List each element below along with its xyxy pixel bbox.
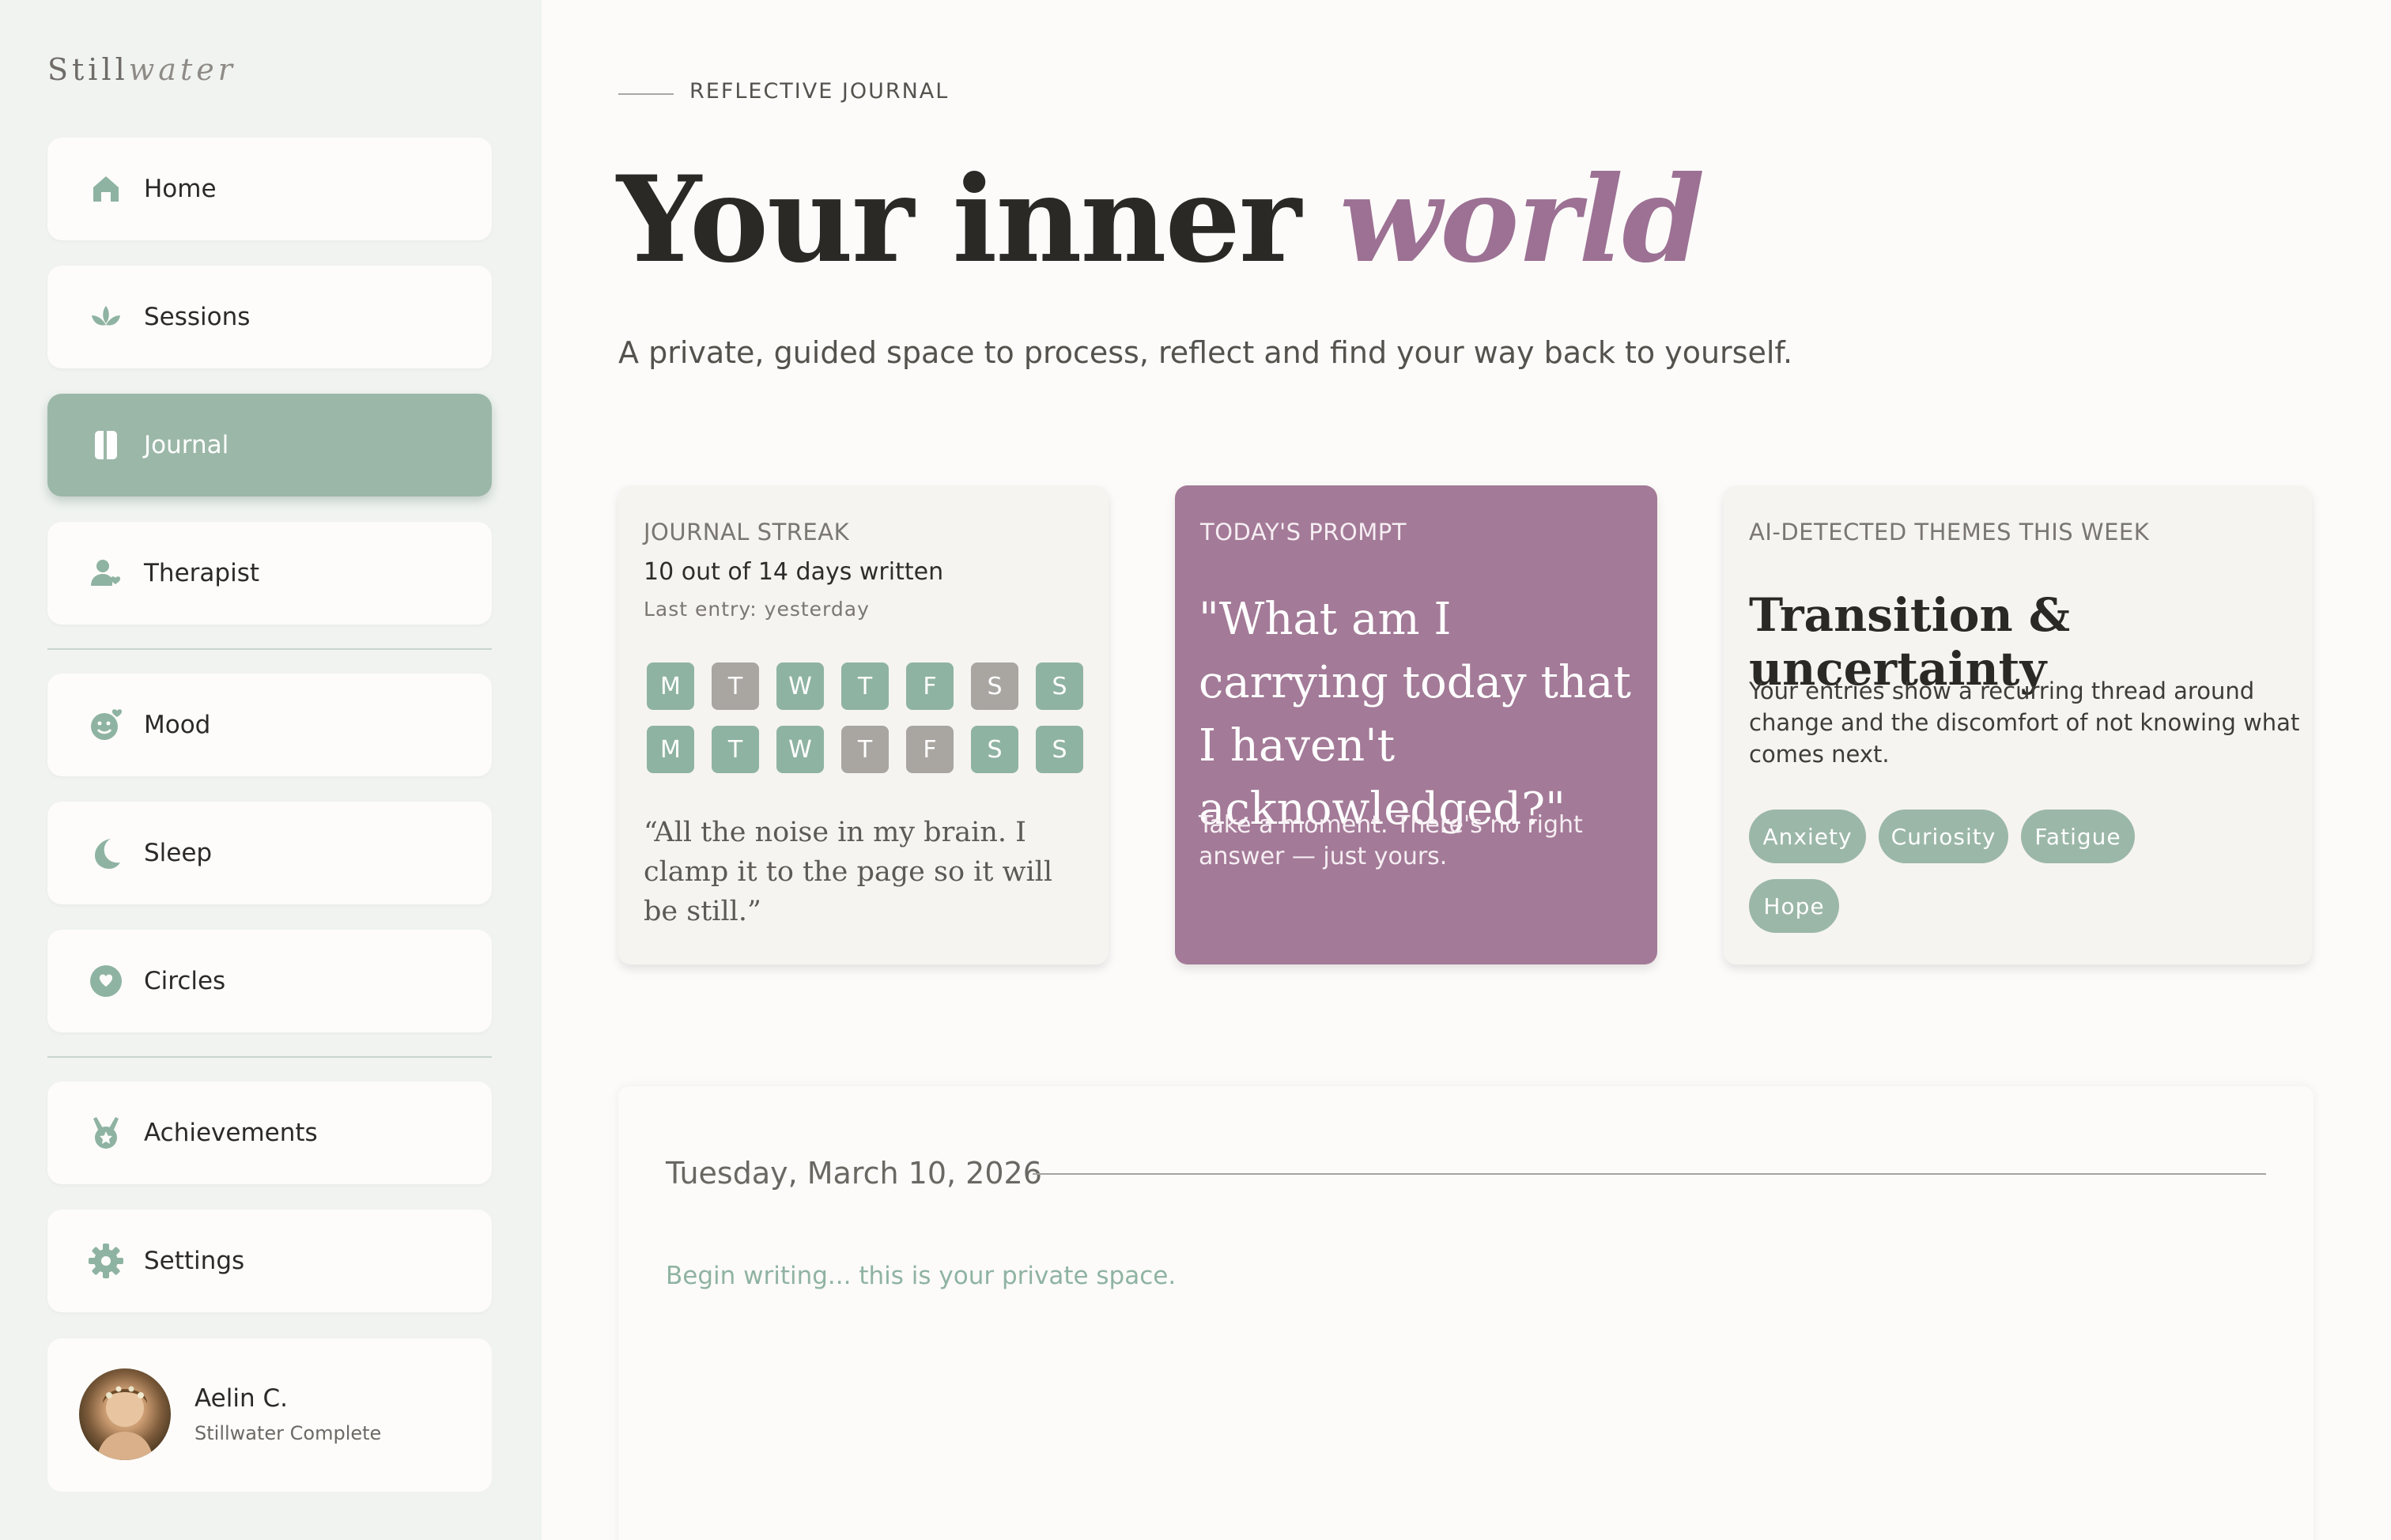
sidebar-item-label: Settings bbox=[144, 1247, 245, 1275]
streak-day-written: W bbox=[776, 662, 824, 710]
sidebar-divider bbox=[47, 648, 492, 650]
card-eyebrow: TODAY'S PROMPT bbox=[1200, 519, 1407, 545]
sidebar-item-label: Circles bbox=[144, 967, 226, 995]
streak-day-written: S bbox=[1036, 662, 1083, 710]
page-subtitle: A private, guided space to process, refl… bbox=[618, 335, 1793, 370]
date-rule bbox=[1033, 1173, 2266, 1175]
brand-logo[interactable]: Stillwater bbox=[47, 52, 236, 87]
sidebar-item-label: Sleep bbox=[144, 839, 213, 867]
themes-card: AI-DETECTED THEMES THIS WEEK Transition … bbox=[1724, 485, 2312, 964]
eyebrow-rule bbox=[618, 93, 674, 95]
streak-quote: “All the noise in my brain. I clamp it t… bbox=[644, 817, 1053, 927]
book-icon bbox=[82, 421, 130, 469]
sidebar-item-achievements[interactable]: Achievements bbox=[47, 1081, 492, 1184]
streak-last-entry: Last entry: yesterday bbox=[644, 598, 870, 621]
sidebar-item-sleep[interactable]: Sleep bbox=[47, 802, 492, 904]
sidebar-divider bbox=[47, 1056, 492, 1058]
streak-day-written: S bbox=[1036, 726, 1083, 773]
profile-name: Aelin C. bbox=[195, 1384, 288, 1413]
lotus-icon bbox=[82, 293, 130, 341]
sidebar-item-label: Home bbox=[144, 175, 217, 203]
streak-day-missed: T bbox=[712, 662, 759, 710]
sidebar-item-label: Achievements bbox=[144, 1119, 318, 1147]
streak-day-written: T bbox=[841, 662, 889, 710]
card-eyebrow: AI-DETECTED THEMES THIS WEEK bbox=[1749, 519, 2150, 545]
streak-day-written: M bbox=[647, 662, 694, 710]
journal-editor[interactable]: Tuesday, March 10, 2026 Begin writing...… bbox=[618, 1086, 2314, 1540]
sidebar-item-mood[interactable]: Mood bbox=[47, 674, 492, 776]
brand-name-plain: Still bbox=[47, 52, 129, 87]
sidebar-item-circles[interactable]: Circles bbox=[47, 930, 492, 1032]
theme-tag[interactable]: Curiosity bbox=[1879, 810, 2008, 863]
page-title-accent: world bbox=[1339, 150, 1705, 289]
theme-tag[interactable]: Anxiety bbox=[1749, 810, 1866, 863]
journal-entry-input[interactable]: Begin writing... this is your private sp… bbox=[666, 1262, 1176, 1290]
journal-streak-card: JOURNAL STREAK 10 out of 14 days written… bbox=[618, 485, 1109, 964]
page-title-plain: Your inner bbox=[617, 150, 1301, 289]
streak-day-written: T bbox=[712, 726, 759, 773]
prompt-text: "What am I carrying today that I haven't… bbox=[1199, 594, 1631, 835]
sidebar-item-sessions[interactable]: Sessions bbox=[47, 266, 492, 368]
sidebar-item-therapist[interactable]: Therapist bbox=[47, 522, 492, 625]
sidebar: Stillwater Home Sessions Journal Therapi… bbox=[0, 0, 542, 1540]
streak-day-written: M bbox=[647, 726, 694, 773]
heart-circle-icon bbox=[82, 957, 130, 1005]
profile-plan: Stillwater Complete bbox=[195, 1422, 382, 1444]
card-eyebrow: JOURNAL STREAK bbox=[644, 519, 850, 545]
theme-tag[interactable]: Hope bbox=[1749, 879, 1839, 933]
medal-icon bbox=[82, 1109, 130, 1157]
theme-tag[interactable]: Fatigue bbox=[2021, 810, 2135, 863]
user-profile-card[interactable]: Aelin C. Stillwater Complete bbox=[47, 1338, 492, 1492]
sidebar-item-label: Mood bbox=[144, 711, 211, 739]
home-icon bbox=[82, 165, 130, 213]
theme-description: Your entries show a recurring thread aro… bbox=[1749, 678, 2300, 768]
moon-icon bbox=[82, 829, 130, 877]
mood-icon bbox=[82, 701, 130, 749]
streak-day-written: S bbox=[971, 726, 1018, 773]
streak-day-written: F bbox=[906, 662, 954, 710]
streak-day-missed: S bbox=[971, 662, 1018, 710]
prompt-subtext: Take a moment. There's no right answer —… bbox=[1199, 811, 1583, 870]
sidebar-item-settings[interactable]: Settings bbox=[47, 1210, 492, 1312]
page-eyebrow: REFLECTIVE JOURNAL bbox=[689, 79, 950, 104]
sidebar-item-label: Therapist bbox=[144, 559, 259, 587]
page-title: Your inner world bbox=[617, 150, 1705, 289]
sidebar-item-label: Journal bbox=[144, 431, 229, 459]
avatar bbox=[79, 1368, 171, 1460]
streak-day-missed: T bbox=[841, 726, 889, 773]
todays-prompt-card[interactable]: TODAY'S PROMPT "What am I carrying today… bbox=[1175, 485, 1657, 964]
streak-day-written: W bbox=[776, 726, 824, 773]
sidebar-item-label: Sessions bbox=[144, 303, 251, 331]
sidebar-item-home[interactable]: Home bbox=[47, 138, 492, 240]
streak-day-missed: F bbox=[906, 726, 954, 773]
brand-name-italic: water bbox=[128, 52, 236, 87]
streak-count: 10 out of 14 days written bbox=[644, 558, 944, 586]
therapist-icon bbox=[82, 549, 130, 597]
entry-date: Tuesday, March 10, 2026 bbox=[666, 1156, 1042, 1191]
gear-icon bbox=[82, 1237, 130, 1285]
sidebar-item-journal[interactable]: Journal bbox=[47, 394, 492, 496]
